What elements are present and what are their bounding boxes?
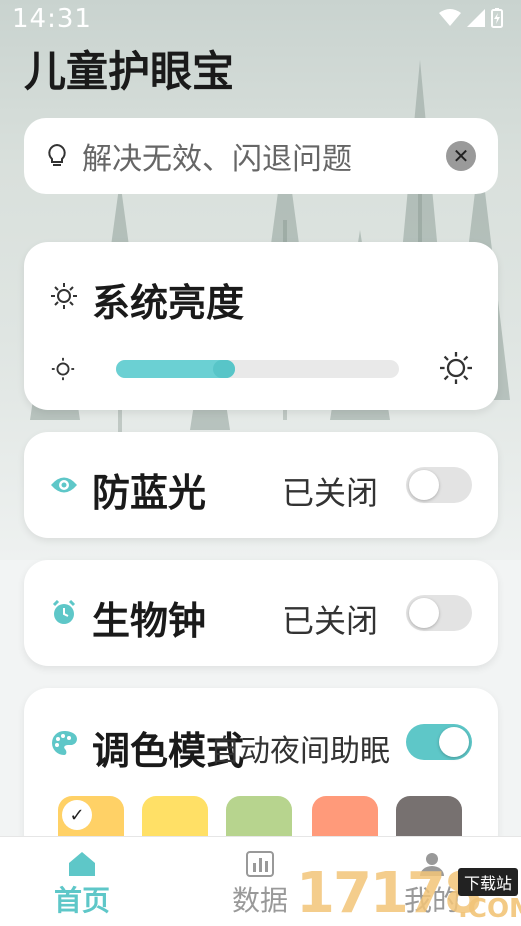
close-icon[interactable]: ✕ [446, 141, 476, 171]
toggle-knob [439, 727, 469, 757]
watermark-suffix: .COM [458, 894, 521, 924]
blue-light-card: 防蓝光 已关闭 [24, 432, 498, 538]
blue-light-title: 防蓝光 [92, 471, 207, 515]
tab-data-label: 数据 [232, 884, 289, 917]
blue-light-state: 已关闭 [282, 474, 379, 512]
palette-icon [52, 731, 78, 755]
sun-bright-icon [440, 352, 472, 384]
bio-clock-state: 已关闭 [282, 602, 379, 640]
signal-icon [467, 9, 485, 27]
bar-chart-icon [246, 851, 274, 877]
tip-text: 解决无效、闪退问题 [82, 142, 352, 177]
brightness-title: 系统亮度 [92, 281, 245, 325]
alarm-clock-icon [52, 600, 76, 624]
lightbulb-icon [48, 143, 66, 166]
tab-home-label: 首页 [54, 884, 111, 917]
status-bar: 14:31 [0, 0, 521, 40]
bio-clock-title: 生物钟 [92, 599, 207, 643]
color-mode-card: 调色模式 自动夜间助眠 ✓ [24, 688, 498, 858]
watermark-badge: 下载站 [458, 868, 519, 896]
blue-light-toggle[interactable] [406, 467, 472, 503]
watermark-number: 17178 [296, 861, 483, 926]
tab-data[interactable]: 数据 [232, 851, 288, 919]
check-icon: ✓ [62, 800, 92, 830]
brightness-slider[interactable] [116, 360, 399, 378]
tip-banner[interactable]: 解决无效、闪退问题 ✕ [24, 118, 498, 194]
brightness-slider-fill[interactable] [116, 360, 235, 378]
toggle-knob [409, 470, 439, 500]
status-time: 14:31 [12, 4, 92, 34]
battery-icon [491, 8, 503, 28]
toggle-knob [409, 598, 439, 628]
home-icon [69, 852, 95, 876]
eye-icon [51, 477, 77, 493]
bio-clock-card: 生物钟 已关闭 [24, 560, 498, 666]
night-mode-label: 自动夜间助眠 [210, 734, 390, 769]
bio-clock-toggle[interactable] [406, 595, 472, 631]
watermark-logo: 17178 下载站 .COM [296, 862, 521, 926]
brightness-card: 系统亮度 [24, 242, 498, 410]
sun-icon [51, 283, 77, 309]
app-title: 儿童护眼宝 [24, 47, 235, 96]
night-mode-toggle[interactable] [406, 724, 472, 760]
sun-dim-icon [51, 357, 75, 381]
wifi-icon [439, 9, 461, 26]
tab-home[interactable]: 首页 [54, 851, 110, 919]
